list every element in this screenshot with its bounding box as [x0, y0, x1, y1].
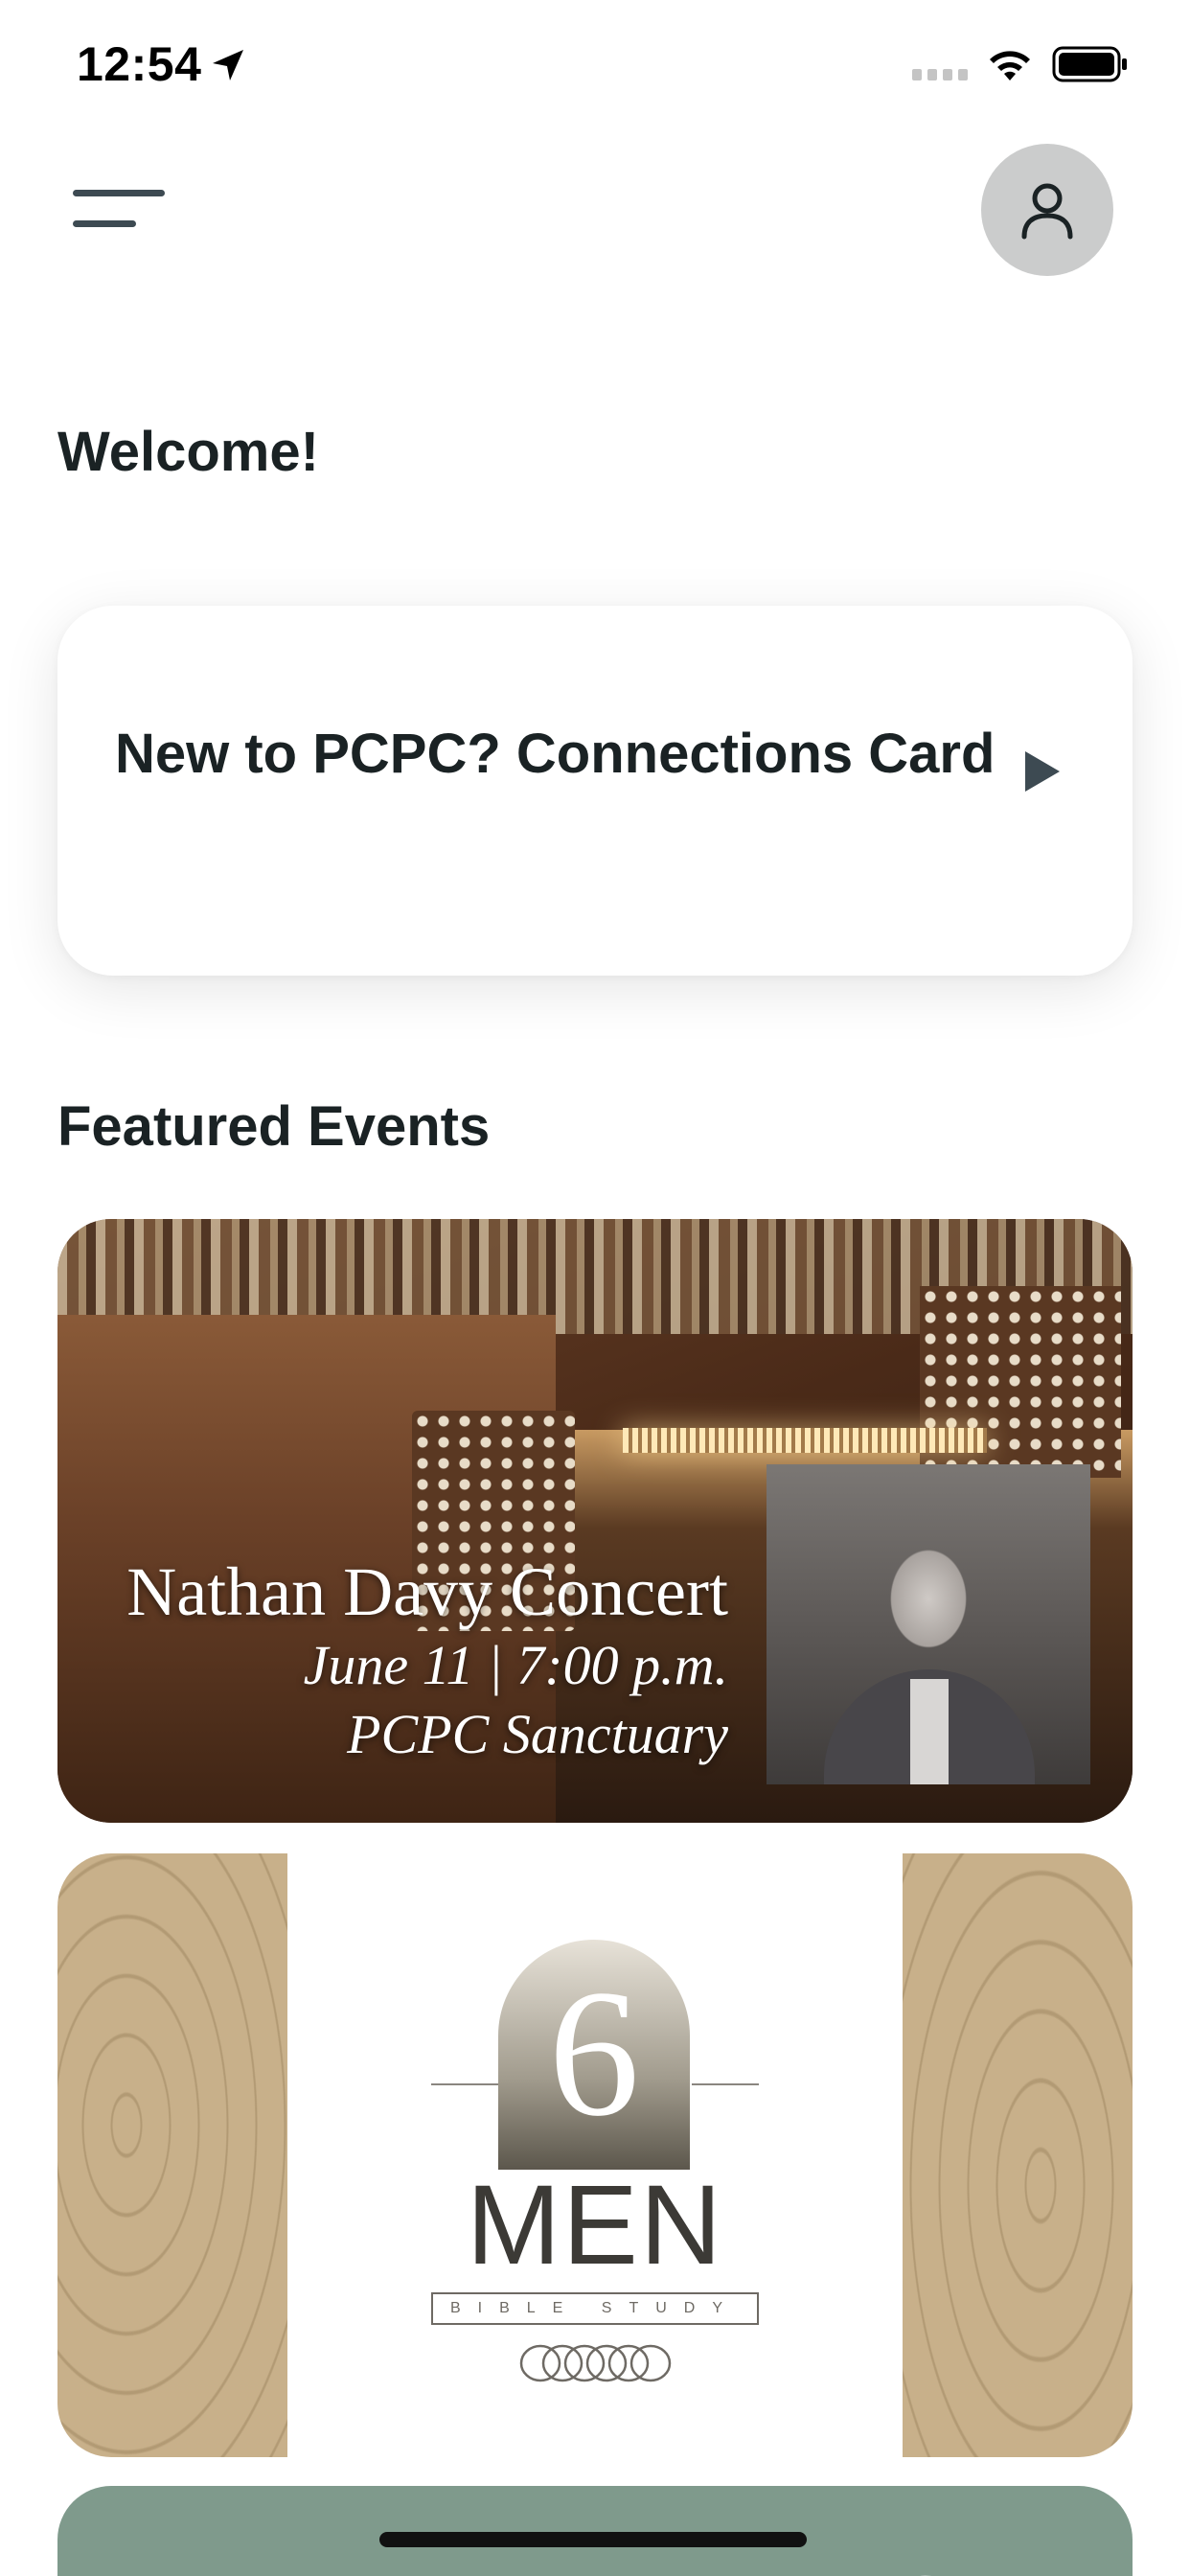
logo-subtitle: BIBLE STUDY [431, 2292, 759, 2325]
play-triangle-icon [1025, 751, 1060, 792]
logo-word: MEN [466, 2162, 724, 2288]
event-title: Nathan Davy Concert [126, 1553, 728, 1630]
event-date: June 11 | 7:00 p.m. [303, 1634, 728, 1696]
featured-events-heading: Featured Events [57, 1095, 491, 1158]
battery-icon [1052, 46, 1127, 82]
performer-portrait [767, 1464, 1090, 1784]
event-place: PCPC Sanctuary [347, 1703, 728, 1765]
event-card-all-events[interactable]: ALL EVENTS [57, 2486, 1133, 2576]
topographic-pattern-right [903, 1853, 1133, 2457]
location-arrow-icon [213, 50, 243, 80]
topographic-pattern-left [57, 1853, 287, 2457]
connections-card[interactable]: New to PCPC? Connections Card [57, 606, 1133, 976]
6-men-logo: 6 MEN BIBLE STUDY [431, 1940, 759, 2382]
connections-card-label: New to PCPC? Connections Card [115, 723, 995, 785]
cell-signal-icon [912, 69, 968, 80]
status-bar: 12:54 [0, 0, 1190, 125]
user-profile-icon [1021, 183, 1073, 240]
status-time: 12:54 [77, 37, 202, 91]
home-indicator [379, 2532, 807, 2547]
rings-icon [519, 2344, 672, 2382]
hamburger-menu-icon [73, 190, 165, 227]
all-events-label: ALL EVENTS [57, 2553, 1133, 2576]
event-text: Nathan Davy Concert June 11 | 7:00 p.m. … [57, 1552, 728, 1769]
event-card-nathan-davy-concert[interactable]: Nathan Davy Concert June 11 | 7:00 p.m. … [57, 1219, 1133, 1823]
organ-lights-image [623, 1428, 987, 1453]
menu-button[interactable] [67, 182, 172, 240]
welcome-heading: Welcome! [57, 421, 319, 483]
profile-button[interactable] [981, 144, 1113, 276]
event-card-6-men-bible-study[interactable]: 6 MEN BIBLE STUDY [57, 1853, 1133, 2457]
wifi-icon [990, 51, 1030, 80]
logo-number: 6 [548, 1953, 640, 2154]
logo-arch: 6 [498, 1940, 690, 2170]
